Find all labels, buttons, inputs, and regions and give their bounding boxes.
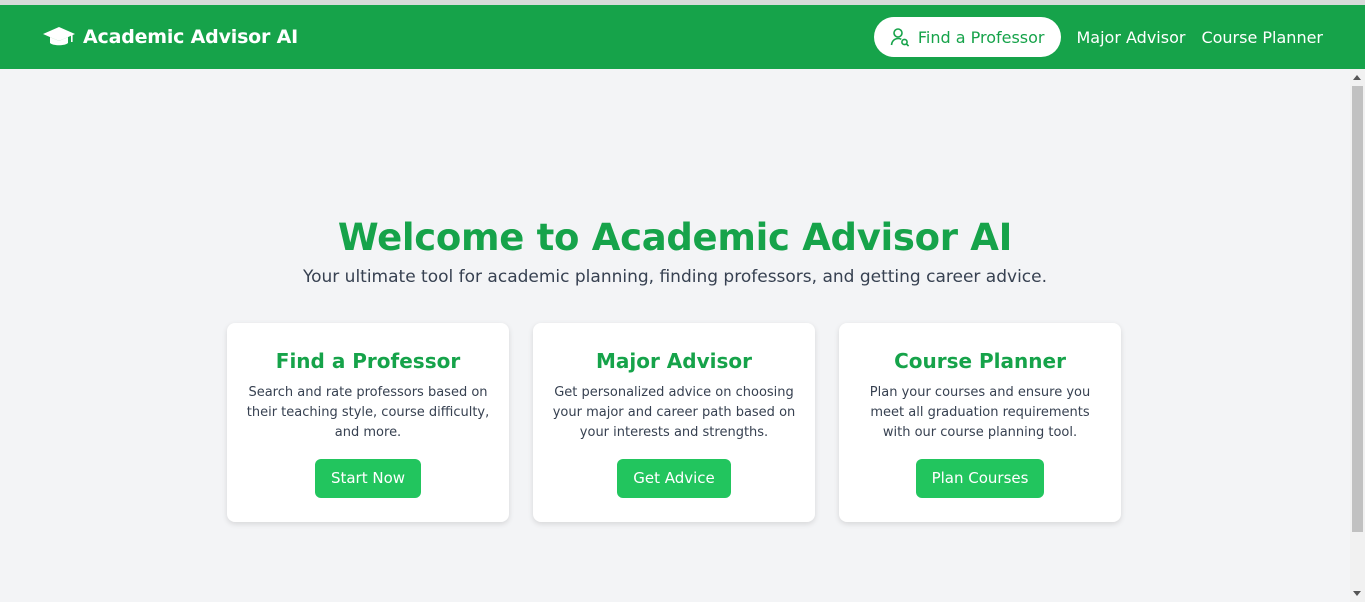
nav-links: Find a Professor Major Advisor Course Pl… [873, 5, 1323, 69]
card-find-professor: Find a Professor Search and rate profess… [227, 323, 509, 522]
nav-find-professor[interactable]: Find a Professor [873, 17, 1061, 57]
card-title: Find a Professor [275, 349, 461, 373]
top-navbar: Academic Advisor AI Find a Professor Maj… [0, 5, 1365, 69]
user-search-icon [890, 27, 910, 47]
page-title: Welcome to Academic Advisor AI [337, 216, 1013, 259]
brand[interactable]: Academic Advisor AI [42, 5, 298, 69]
card-major-advisor: Major Advisor Get personalized advice on… [533, 323, 815, 522]
card-title: Course Planner [894, 349, 1066, 373]
card-title: Major Advisor [595, 349, 752, 373]
vertical-scrollbar[interactable] [1350, 69, 1365, 602]
start-now-button[interactable]: Start Now [314, 459, 422, 498]
card-description: Get personalized advice on choosing your… [552, 385, 796, 440]
graduation-cap-icon [42, 25, 76, 49]
plan-courses-button[interactable]: Plan Courses [915, 459, 1045, 498]
card-description: Search and rate professors based on thei… [246, 385, 490, 440]
hero-section: Welcome to Academic Advisor AI Your ulti… [0, 69, 1350, 287]
app-title: Academic Advisor AI [83, 26, 298, 48]
scroll-down-arrow-icon[interactable] [1353, 591, 1361, 596]
scroll-up-arrow-icon[interactable] [1353, 75, 1361, 80]
nav-major-advisor[interactable]: Major Advisor [1077, 28, 1186, 47]
page-subtitle: Your ultimate tool for academic planning… [302, 267, 1048, 287]
nav-find-professor-label: Find a Professor [917, 27, 1045, 47]
card-course-planner: Course Planner Plan your courses and ens… [839, 323, 1121, 522]
nav-course-planner[interactable]: Course Planner [1201, 28, 1323, 47]
scrollbar-thumb[interactable] [1352, 86, 1363, 532]
feature-cards: Find a Professor Search and rate profess… [227, 323, 1121, 522]
get-advice-button[interactable]: Get Advice [617, 459, 731, 498]
card-description: Plan your courses and ensure you meet al… [869, 385, 1091, 440]
